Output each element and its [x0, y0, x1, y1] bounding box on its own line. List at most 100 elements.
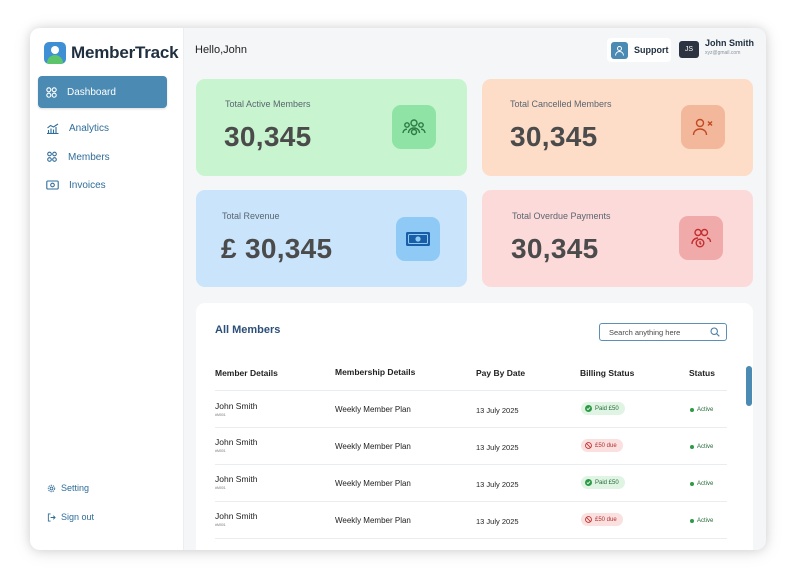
- no-entry-icon: [585, 442, 592, 449]
- member-details-cell: John Smith #M001: [215, 511, 258, 527]
- status-badge: Active: [690, 518, 713, 524]
- billing-status-label: Paid £50: [595, 479, 619, 486]
- pay-by-date: 13 July 2025: [476, 406, 519, 415]
- search-icon[interactable]: [710, 327, 720, 337]
- table-row[interactable]: John Smith #M001 Weekly Member Plan 13 J…: [215, 390, 727, 427]
- member-id: #M001: [215, 523, 226, 527]
- status-dot-icon: [690, 445, 694, 449]
- app-name: MemberTrack: [71, 43, 179, 62]
- table-row-divider: [215, 538, 727, 550]
- members-panel: All Members Member Details Membership De…: [196, 303, 753, 550]
- stat-card-overdue-payments: Total Overdue Payments 30,345: [482, 190, 753, 287]
- app-logo[interactable]: MemberTrack: [44, 42, 179, 64]
- stat-card-cancelled-members: Total Cancelled Members 30,345: [482, 79, 753, 176]
- stat-card-revenue: Total Revenue £ 30,345: [196, 190, 467, 287]
- table-scrollbar[interactable]: [746, 366, 752, 406]
- check-icon: [585, 405, 592, 412]
- members-icon: [47, 151, 57, 162]
- column-header-billing-status[interactable]: Billing Status: [580, 368, 634, 378]
- membership-plan: Weekly Member Plan: [335, 516, 411, 525]
- stat-label: Total Active Members: [225, 99, 311, 109]
- sidebar-item-label: Members: [68, 151, 110, 163]
- status-label: Active: [697, 407, 714, 413]
- stat-card-active-members: Total Active Members 30,345: [196, 79, 467, 176]
- invoices-icon: [46, 180, 59, 190]
- dashboard-icon: [46, 86, 57, 98]
- status-label: Active: [697, 444, 714, 450]
- status-badge: Active: [690, 481, 713, 487]
- status-label: Active: [697, 481, 714, 487]
- status-badge: Active: [690, 407, 713, 413]
- member-details-cell: John Smith #M001: [215, 401, 258, 417]
- sidebar-item-label: Invoices: [69, 179, 106, 191]
- member-name: John Smith: [215, 437, 258, 447]
- billing-status-label: £50 due: [595, 442, 617, 449]
- membership-plan: Weekly Member Plan: [335, 405, 411, 414]
- search-input[interactable]: [609, 327, 705, 337]
- stat-value: 30,345: [510, 121, 598, 152]
- member-id: #M001: [215, 413, 226, 417]
- table-row[interactable]: John Smith #M001 Weekly Member Plan 13 J…: [215, 427, 727, 464]
- pay-by-date: 13 July 2025: [476, 443, 519, 452]
- column-header-status[interactable]: Status: [689, 368, 715, 378]
- search-box[interactable]: [599, 323, 727, 341]
- member-name: John Smith: [215, 474, 258, 484]
- user-profile[interactable]: JS John Smith xyz@gmail.com: [679, 38, 754, 58]
- logo-icon: [44, 42, 66, 64]
- setting-link[interactable]: Setting: [47, 483, 89, 493]
- membership-plan: Weekly Member Plan: [335, 442, 411, 451]
- stat-value: 30,345: [224, 121, 312, 152]
- greeting: Hello,John: [195, 44, 247, 56]
- analytics-icon: [47, 123, 59, 134]
- billing-status-badge: £50 due: [581, 439, 623, 452]
- member-id: #M001: [215, 486, 226, 490]
- member-details-cell: John Smith #M001: [215, 437, 258, 453]
- support-icon: [611, 41, 628, 59]
- status-label: Active: [697, 518, 714, 524]
- status-dot-icon: [690, 482, 694, 486]
- billing-status-label: £50 due: [595, 516, 617, 523]
- stat-label: Total Cancelled Members: [510, 99, 612, 109]
- sidebar-item-label: Dashboard: [67, 86, 116, 98]
- stat-value: £ 30,345: [221, 233, 333, 264]
- member-name: John Smith: [215, 511, 258, 521]
- member-id: #M001: [215, 449, 226, 453]
- sidebar: MemberTrack Dashboard Analytics Members …: [30, 28, 184, 550]
- money-icon: [396, 217, 440, 261]
- membership-plan: Weekly Member Plan: [335, 479, 411, 488]
- active-members-icon: [392, 105, 436, 149]
- pay-by-date: 13 July 2025: [476, 480, 519, 489]
- sidebar-item-dashboard[interactable]: Dashboard: [38, 76, 167, 108]
- support-button[interactable]: Support: [607, 38, 671, 62]
- avatar: JS: [679, 41, 699, 58]
- billing-status-badge: Paid £50: [581, 402, 625, 415]
- cancelled-member-icon: [681, 105, 725, 149]
- sign-out-icon: [47, 512, 56, 522]
- pay-by-date: 13 July 2025: [476, 517, 519, 526]
- sidebar-item-analytics[interactable]: Analytics: [38, 112, 167, 144]
- no-entry-icon: [585, 516, 592, 523]
- status-dot-icon: [690, 519, 694, 523]
- table-row[interactable]: John Smith #M001 Weekly Member Plan 13 J…: [215, 464, 727, 501]
- setting-label: Setting: [61, 483, 90, 493]
- scrollbar-thumb[interactable]: [746, 366, 752, 406]
- stat-label: Total Overdue Payments: [512, 211, 611, 221]
- stat-label: Total Revenue: [222, 211, 280, 221]
- member-details-cell: John Smith #M001: [215, 474, 258, 490]
- support-label: Support: [634, 45, 669, 55]
- column-header-pay-by-date[interactable]: Pay By Date: [476, 368, 525, 378]
- check-icon: [585, 479, 592, 486]
- status-dot-icon: [690, 408, 694, 412]
- status-badge: Active: [690, 444, 713, 450]
- overdue-payment-icon: [679, 216, 723, 260]
- table-title: All Members: [215, 324, 281, 336]
- sidebar-item-invoices[interactable]: Invoices: [38, 169, 167, 201]
- user-email: xyz@gmail.com: [705, 50, 741, 56]
- billing-status-badge: Paid £50: [581, 476, 625, 489]
- sign-out-link[interactable]: Sign out: [47, 512, 94, 522]
- column-header-member-details[interactable]: Member Details: [215, 368, 278, 378]
- table-row[interactable]: John Smith #M001 Weekly Member Plan 13 J…: [215, 501, 727, 538]
- column-header-membership-details[interactable]: Membership Details: [335, 367, 415, 377]
- app-window: MemberTrack Dashboard Analytics Members …: [30, 28, 766, 550]
- stat-value: 30,345: [511, 233, 599, 264]
